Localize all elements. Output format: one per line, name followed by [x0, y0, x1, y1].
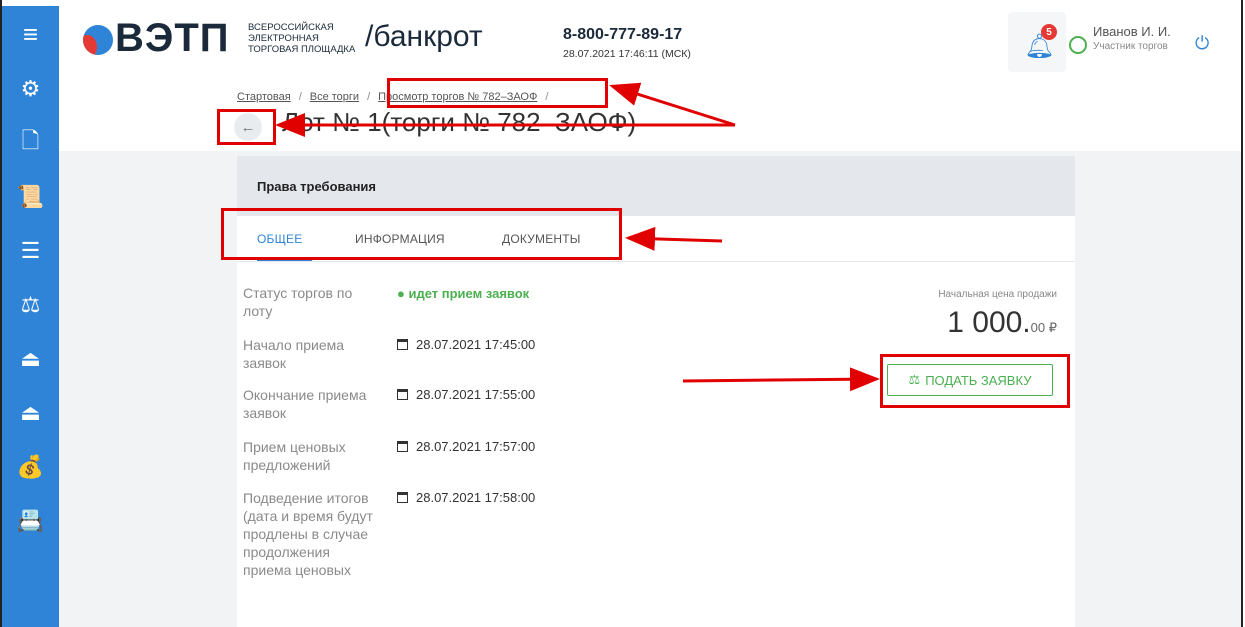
- annotation-arrow: [609, 82, 736, 127]
- annotation-arrow: [625, 226, 723, 251]
- annotation-arrow: [682, 367, 880, 392]
- annotation-arrows: [275, 82, 880, 392]
